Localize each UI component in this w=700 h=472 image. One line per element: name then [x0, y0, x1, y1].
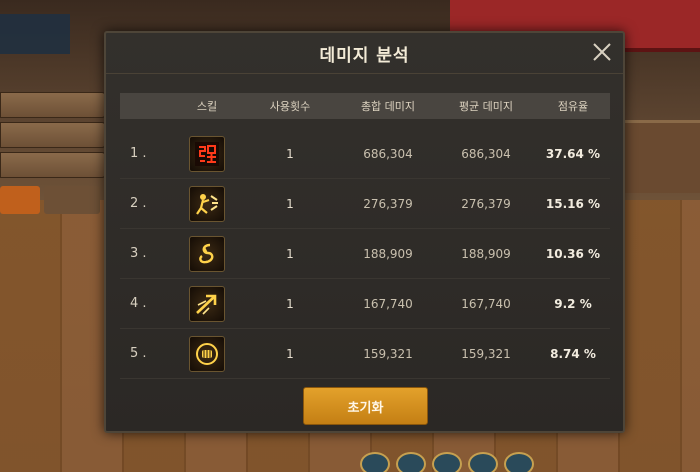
strike-impact-icon: [189, 185, 225, 222]
row-total-damage: 276,379: [363, 196, 413, 211]
hud-icon[interactable]: [360, 452, 390, 472]
fist-burst-icon: [189, 335, 225, 372]
table-row: 5 . 1 159,321 159,321 8.74 %: [120, 329, 610, 379]
row-skill-cell: [174, 335, 240, 372]
row-skill-cell: [174, 135, 240, 172]
table-header: 스킬 사용횟수 총합 데미지 평균 데미지 점유율: [120, 93, 610, 119]
row-average-damage: 167,740: [461, 296, 511, 311]
header-uses: 사용횟수: [269, 100, 311, 113]
table-row: 3 . 1 188,909 188,909 10.36 %: [120, 229, 610, 279]
swirl-icon: [189, 235, 225, 272]
row-uses: 1: [286, 196, 294, 211]
row-share: 8.74 %: [550, 346, 596, 361]
table-row: 2 . 1 276,379 276,379 15.16 %: [120, 179, 610, 229]
row-rank: 2 .: [130, 196, 147, 211]
left-panel-button-3[interactable]: [0, 152, 106, 178]
reset-button[interactable]: 초기화: [303, 387, 428, 425]
row-total-damage: 188,909: [363, 246, 413, 261]
row-average-damage: 686,304: [461, 146, 511, 161]
row-uses: 1: [286, 246, 294, 261]
row-rank: 3 .: [130, 246, 147, 261]
header-skill: 스킬: [196, 100, 218, 113]
header-share: 점유율: [557, 100, 589, 113]
row-rank: 5 .: [130, 346, 147, 361]
damage-analysis-dialog: 데미지 분석 스킬 사용횟수 총합 데미지 평균 데미지 점유율 1 . 1 6…: [104, 31, 625, 433]
close-icon[interactable]: [591, 41, 613, 63]
row-skill-cell: [174, 285, 240, 322]
skill-icon-strip[interactable]: [0, 14, 70, 54]
left-panel-button-1[interactable]: [0, 92, 106, 118]
row-rank: 4 .: [130, 296, 147, 311]
row-share: 10.36 %: [545, 246, 601, 261]
left-panel-tab[interactable]: [44, 186, 100, 214]
row-rank: 1 .: [130, 146, 147, 161]
table-row: 1 . 1 686,304 686,304 37.64 %: [120, 129, 610, 179]
row-uses: 1: [286, 346, 294, 361]
header-total-damage: 총합 데미지: [360, 100, 416, 113]
row-share: 9.2 %: [554, 296, 592, 311]
row-average-damage: 159,321: [461, 346, 511, 361]
row-total-damage: 686,304: [363, 146, 413, 161]
hud-icon[interactable]: [468, 452, 498, 472]
row-share: 15.16 %: [545, 196, 601, 211]
row-average-damage: 188,909: [461, 246, 511, 261]
left-panel-title: [8, 70, 98, 86]
bottom-hud-icons: [360, 452, 700, 472]
left-panel-button-2[interactable]: [0, 122, 106, 148]
hud-icon[interactable]: [504, 452, 534, 472]
row-skill-cell: [174, 185, 240, 222]
arrow-slash-icon: [189, 285, 225, 322]
strength-glyph-icon: [189, 135, 225, 172]
hud-icon[interactable]: [432, 452, 462, 472]
dialog-title: 데미지 분석: [319, 46, 410, 66]
dialog-header: 데미지 분석: [106, 33, 623, 74]
row-skill-cell: [174, 235, 240, 272]
row-total-damage: 167,740: [363, 296, 413, 311]
left-side-panel: [0, 0, 106, 472]
table-row: 4 . 1 167,740 167,740 9.2 %: [120, 279, 610, 329]
row-uses: 1: [286, 146, 294, 161]
row-share: 37.64 %: [545, 146, 601, 161]
header-average-damage: 평균 데미지: [458, 100, 514, 113]
hud-icon[interactable]: [396, 452, 426, 472]
row-total-damage: 159,321: [363, 346, 413, 361]
left-panel-tab-active[interactable]: [0, 186, 40, 214]
damage-table: 1 . 1 686,304 686,304 37.64 % 2 . 1 276,…: [120, 129, 610, 379]
row-average-damage: 276,379: [461, 196, 511, 211]
row-uses: 1: [286, 296, 294, 311]
